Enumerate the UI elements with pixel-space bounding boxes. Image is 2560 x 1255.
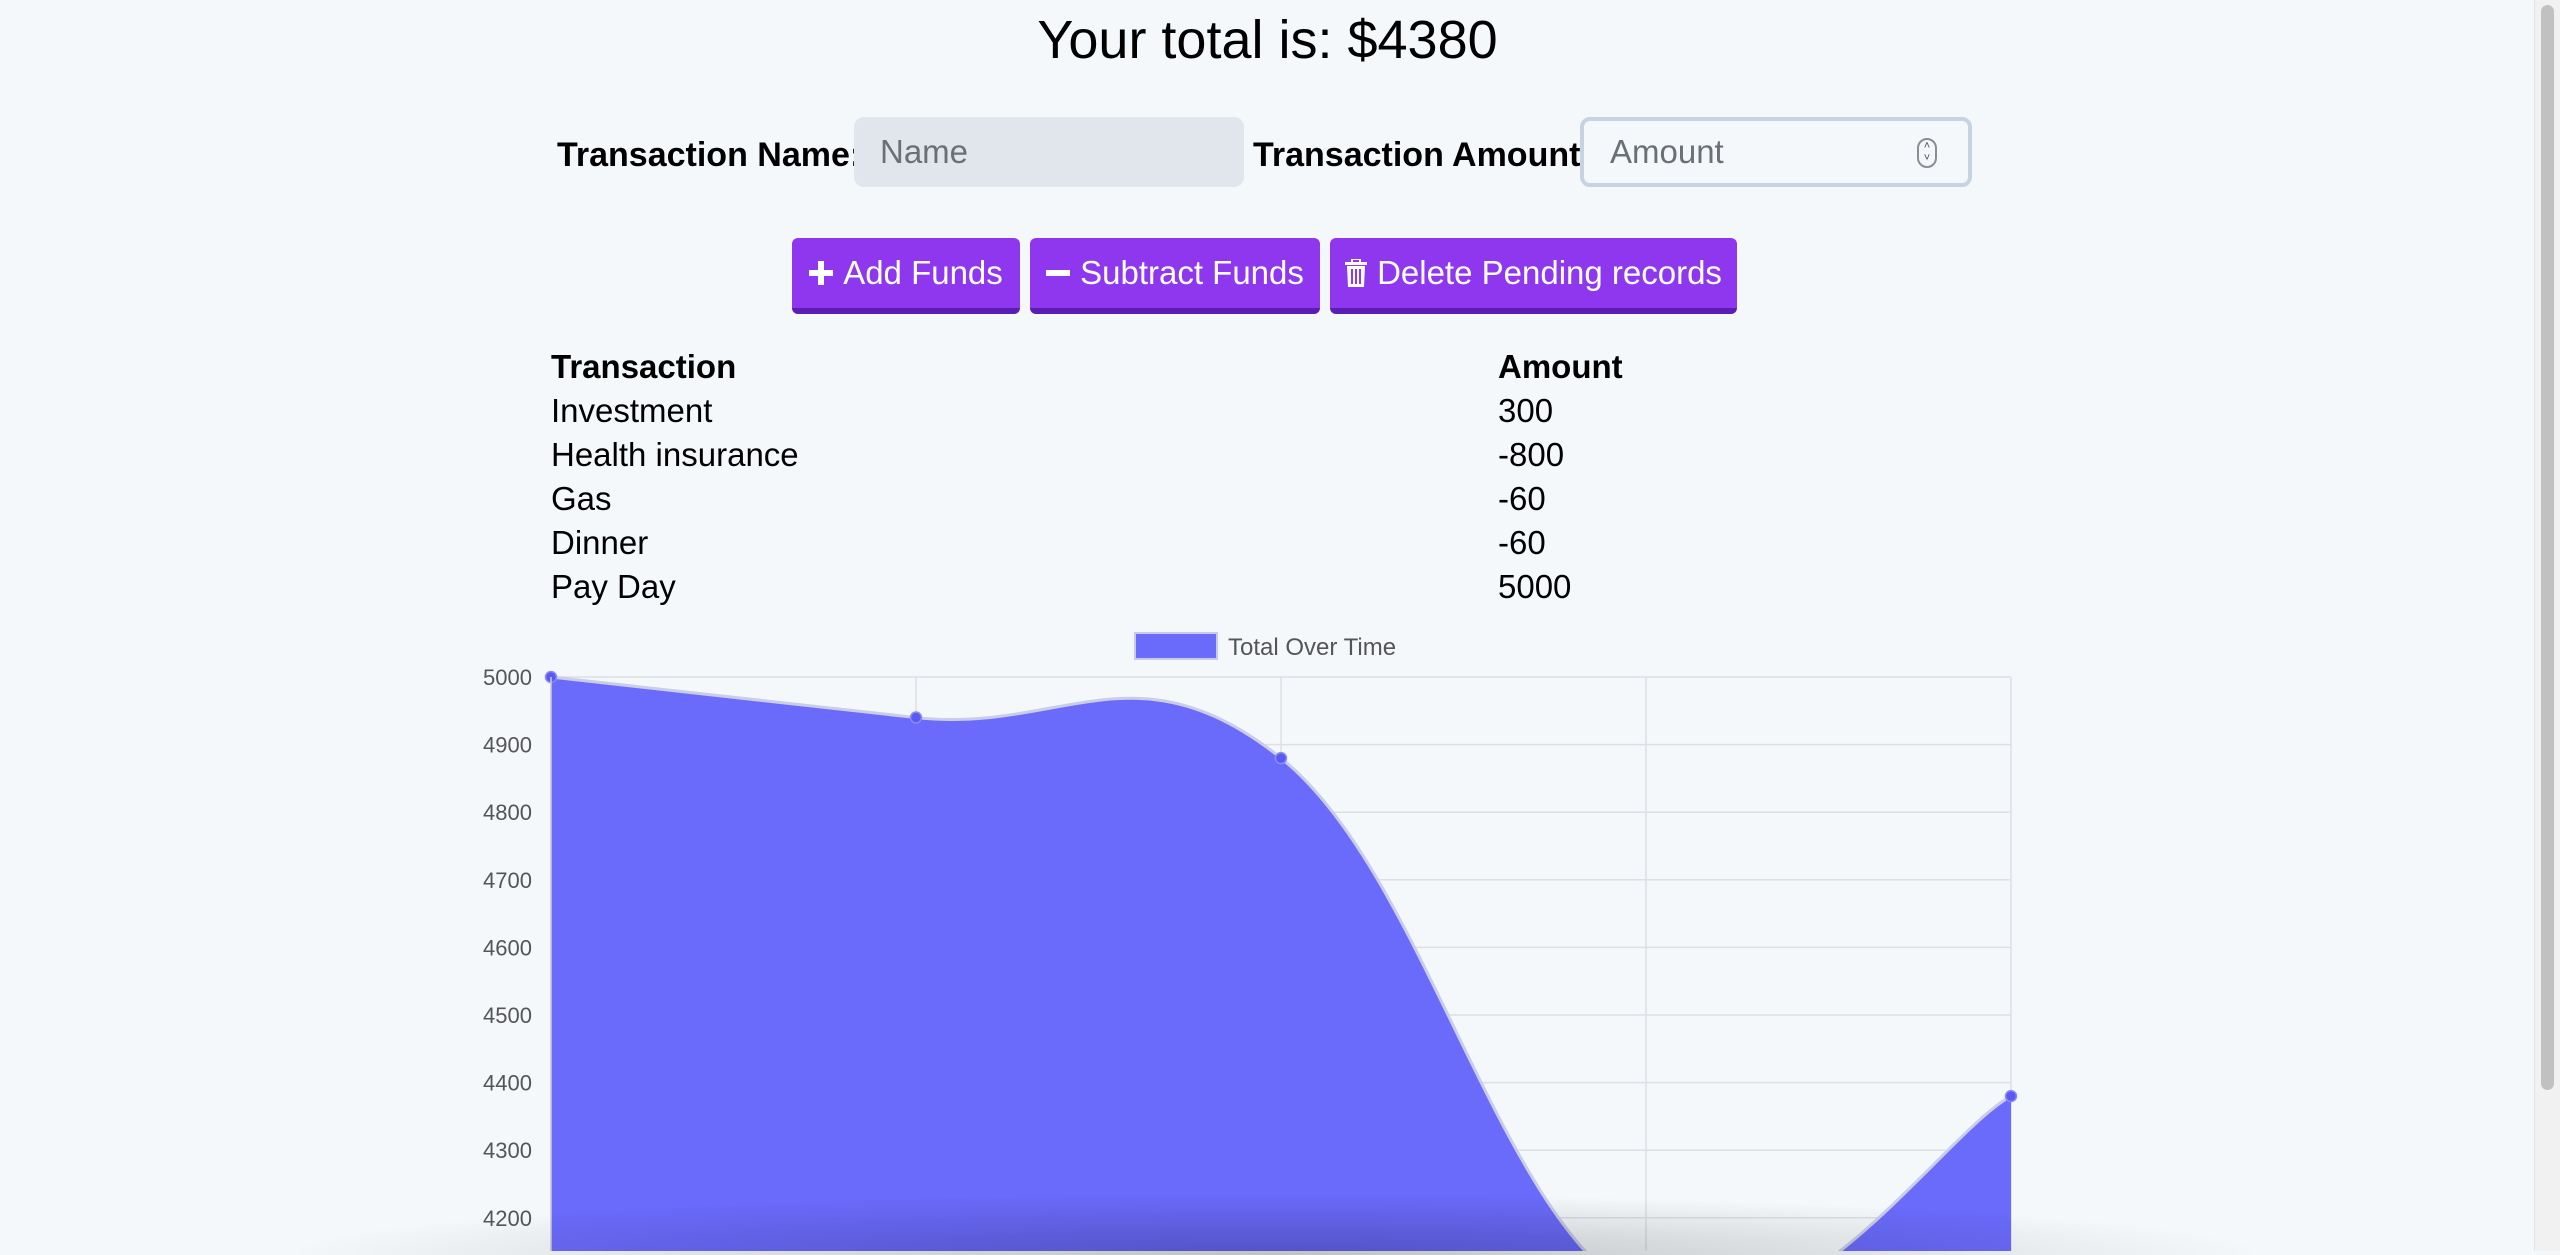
transaction-name-input[interactable]: [854, 117, 1244, 187]
y-tick-label: 4300: [483, 1138, 532, 1163]
transaction-amount-label: Transaction Amount:: [1253, 136, 1592, 174]
action-buttons: Add Funds Subtract Funds Delete Pending …: [0, 238, 2535, 314]
y-tick-label: 4900: [483, 733, 532, 758]
legend-label: Total Over Time: [1228, 634, 1396, 661]
data-point: [2004, 1089, 2018, 1103]
y-tick-label: 4800: [483, 800, 532, 825]
transaction-name-cell: Health insurance: [551, 436, 799, 473]
total-heading: Your total is: $4380: [1037, 10, 1498, 70]
table-header-row: Transaction Amount: [545, 345, 1629, 389]
transaction-name-cell: Investment: [551, 392, 713, 429]
table-row: Gas -60: [545, 477, 1629, 521]
column-header-transaction: Transaction: [551, 348, 737, 385]
transaction-form: Transaction Name: Transaction Amount: ˄˅: [0, 117, 2535, 189]
transaction-amount-cell: -60: [1498, 480, 1546, 517]
y-tick-label: 4400: [483, 1071, 532, 1096]
transaction-amount-cell: -800: [1498, 436, 1565, 473]
transaction-name-cell: Gas: [551, 480, 612, 517]
transaction-name-label: Transaction Name:: [557, 136, 862, 174]
add-funds-label: Add Funds: [843, 254, 1003, 291]
transaction-amount-cell: 300: [1498, 392, 1554, 429]
y-tick-label: 4500: [483, 1003, 532, 1028]
transaction-amount-input[interactable]: [1580, 117, 1972, 187]
delete-pending-label: Delete Pending records: [1377, 254, 1722, 291]
plus-icon: [809, 261, 834, 285]
table-row: Pay Day 5000: [545, 565, 1629, 609]
table-row: Health insurance -800: [545, 433, 1629, 477]
y-tick-label: 4200: [483, 1206, 532, 1231]
subtract-funds-button[interactable]: Subtract Funds: [1030, 238, 1320, 314]
subtract-funds-label: Subtract Funds: [1080, 254, 1304, 291]
transaction-name-cell: Dinner: [551, 524, 649, 561]
y-tick-label: 4600: [483, 935, 532, 960]
budget-page: Your total is: $4380 Transaction Name: T…: [0, 0, 2535, 1255]
legend-swatch: [1134, 632, 1218, 660]
transaction-amount-cell: -60: [1498, 524, 1546, 561]
y-tick-label: 4700: [483, 868, 532, 893]
add-funds-button[interactable]: Add Funds: [792, 238, 1020, 314]
transactions-table: Transaction Amount Investment 300 Health…: [545, 345, 1629, 609]
minus-icon: [1046, 261, 1071, 285]
vertical-scrollbar[interactable]: [2534, 0, 2560, 1251]
total-over-time-chart: Total Over Time 5000 4900 4800 4700 4600 4500 4…: [483, 632, 2018, 1251]
table-row: Investment 300: [545, 389, 1629, 433]
data-point: [909, 711, 923, 724]
table-row: Dinner -60: [545, 521, 1629, 565]
column-header-amount: Amount: [1498, 348, 1623, 385]
transaction-name-cell: Pay Day: [551, 568, 676, 605]
trash-icon: [1345, 259, 1368, 287]
delete-pending-button[interactable]: Delete Pending records: [1330, 238, 1737, 314]
scrollbar-thumb[interactable]: [2541, 5, 2554, 1090]
transaction-amount-cell: 5000: [1498, 568, 1572, 605]
data-point: [1274, 751, 1288, 765]
y-tick-label: 5000: [483, 665, 532, 690]
amount-stepper-icon[interactable]: ˄ ˅: [1917, 138, 1937, 168]
